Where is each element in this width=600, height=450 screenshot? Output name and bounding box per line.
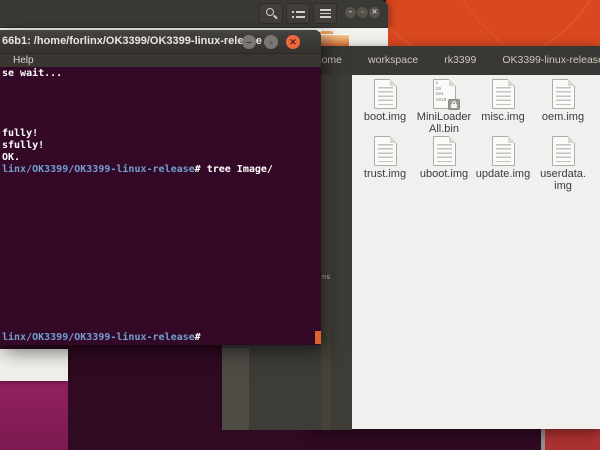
file-icon-view[interactable]: boot.img 1101011010 MiniLoaderAll.binmisc.…: [310, 75, 600, 429]
file-trust.img[interactable]: trust.img: [355, 136, 415, 180]
close-button[interactable]: ✕: [369, 7, 380, 18]
binary-file-icon: 1101011010: [433, 79, 456, 109]
file-MiniLoaderAll.bin[interactable]: 1101011010 MiniLoaderAll.bin: [414, 79, 474, 136]
file-oem.img[interactable]: oem.img: [533, 79, 593, 123]
binary-text: 1101011010: [436, 81, 447, 104]
document-lines: [556, 87, 571, 105]
search-button[interactable]: [259, 3, 283, 24]
breadcrumb-workspace[interactable]: workspace: [355, 46, 431, 75]
files-window-headerbar: – ▫ ✕: [0, 0, 388, 28]
menu-item-help[interactable]: Help: [13, 54, 34, 67]
view-toggle-button[interactable]: [286, 3, 310, 24]
scrollbar-thumb[interactable]: [315, 331, 321, 344]
document-lines: [378, 87, 393, 105]
file-manager-window: Homeworkspacerk3399OK3399-linux-releaseI…: [310, 46, 600, 429]
file-label: boot.img: [355, 111, 415, 123]
terminal-window-title: 66b1: /home/forlinx/OK3399/OK3399-linux-…: [2, 35, 262, 47]
search-icon: [266, 8, 274, 16]
document-file-icon: [492, 79, 515, 109]
breadcrumb-path-bar: Homeworkspacerk3399OK3399-linux-releaseI…: [310, 46, 600, 75]
minimize-button[interactable]: –: [345, 7, 356, 18]
terminal-content[interactable]: se wait...fully!sfully!OK.linx/OK3399/OK…: [0, 67, 321, 345]
background-window-sidebar: [222, 348, 249, 430]
terminal-output-line: sfully!: [2, 140, 44, 152]
file-label: trust.img: [355, 168, 415, 180]
terminal-output-line: linx/OK3399/OK3399-linux-release# tree I…: [2, 164, 273, 176]
app-menu-button[interactable]: [313, 3, 337, 24]
wallpaper-magenta-region: [0, 378, 68, 450]
terminal-window: 66b1: /home/forlinx/OK3399/OK3399-linux-…: [0, 30, 321, 345]
document-lines: [556, 144, 571, 162]
document-lines: [437, 144, 452, 162]
close-button[interactable]: ✕: [286, 35, 300, 49]
maximize-button[interactable]: ▫: [357, 7, 368, 18]
background-text-fragment: ns: [322, 273, 330, 281]
terminal-menubar: Help: [0, 54, 321, 67]
wallpaper-red-region: [545, 429, 600, 450]
document-file-icon: [552, 136, 575, 166]
file-label: userdata.img: [533, 168, 593, 193]
file-label: MiniLoaderAll.bin: [414, 111, 474, 136]
wallpaper-orange-region: [386, 0, 600, 50]
breadcrumb-rk3399[interactable]: rk3399: [431, 46, 489, 75]
file-label: oem.img: [533, 111, 593, 123]
document-lines: [496, 87, 511, 105]
document-lines: [496, 144, 511, 162]
terminal-output-line: se wait...: [2, 68, 62, 80]
document-lines: [378, 144, 393, 162]
background-window-edge: [321, 75, 331, 430]
minimize-button[interactable]: –: [242, 35, 256, 49]
file-label: update.img: [473, 168, 533, 180]
list-view-icon: [292, 10, 305, 18]
document-file-icon: [374, 79, 397, 109]
lock-emblem-icon: [448, 99, 460, 110]
terminal-prompt-line: linx/OK3399/OK3399-linux-release#: [2, 332, 201, 344]
window-edge-divider: [541, 429, 545, 450]
file-userdata.img[interactable]: userdata.img: [533, 136, 593, 193]
document-file-icon: [552, 79, 575, 109]
breadcrumb-ok3399-linux-release[interactable]: OK3399-linux-release: [489, 46, 600, 75]
terminal-output-line: OK.: [2, 152, 20, 164]
maximize-button[interactable]: ▫: [264, 35, 278, 49]
document-file-icon: [433, 136, 456, 166]
hamburger-icon: [320, 9, 331, 18]
file-misc.img[interactable]: misc.img: [473, 79, 533, 123]
document-file-icon: [374, 136, 397, 166]
terminal-output-line: fully!: [2, 128, 38, 140]
file-boot.img[interactable]: boot.img: [355, 79, 415, 123]
terminal-titlebar[interactable]: 66b1: /home/forlinx/OK3399/OK3399-linux-…: [0, 30, 321, 54]
file-update.img[interactable]: update.img: [473, 136, 533, 180]
file-label: misc.img: [473, 111, 533, 123]
file-uboot.img[interactable]: uboot.img: [414, 136, 474, 180]
background-window-fragment: [0, 349, 68, 381]
file-label: uboot.img: [414, 168, 474, 180]
document-file-icon: [492, 136, 515, 166]
